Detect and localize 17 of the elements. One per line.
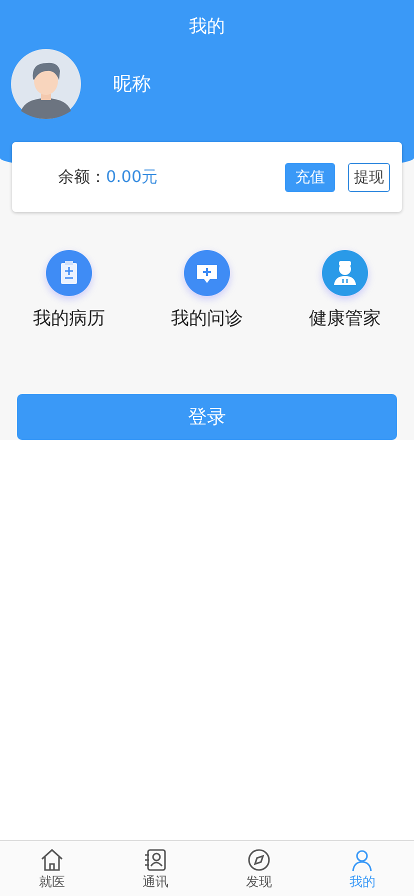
compass-icon	[246, 847, 272, 873]
tab[interactable]: 发现	[207, 841, 310, 896]
balance-amount: 0.00元	[106, 166, 158, 188]
shortcut-label[interactable]: 我的问诊	[171, 306, 243, 330]
tab[interactable]: 通讯	[104, 841, 207, 896]
shortcut-label[interactable]: 我的病历	[33, 306, 105, 330]
clipboard-icon[interactable]	[46, 250, 92, 296]
doctor-icon[interactable]	[322, 250, 368, 296]
shortcut-label[interactable]: 健康管家	[309, 306, 381, 330]
chat-plus-icon[interactable]	[184, 250, 230, 296]
withdraw-button[interactable]: 提现	[348, 162, 390, 192]
avatar[interactable]	[11, 49, 81, 119]
contact-card-icon	[142, 847, 168, 873]
home-icon	[38, 847, 65, 873]
tab[interactable]: 就医	[0, 841, 104, 896]
page-title: 我的	[189, 15, 225, 38]
balance-label: 余额：	[58, 166, 106, 188]
